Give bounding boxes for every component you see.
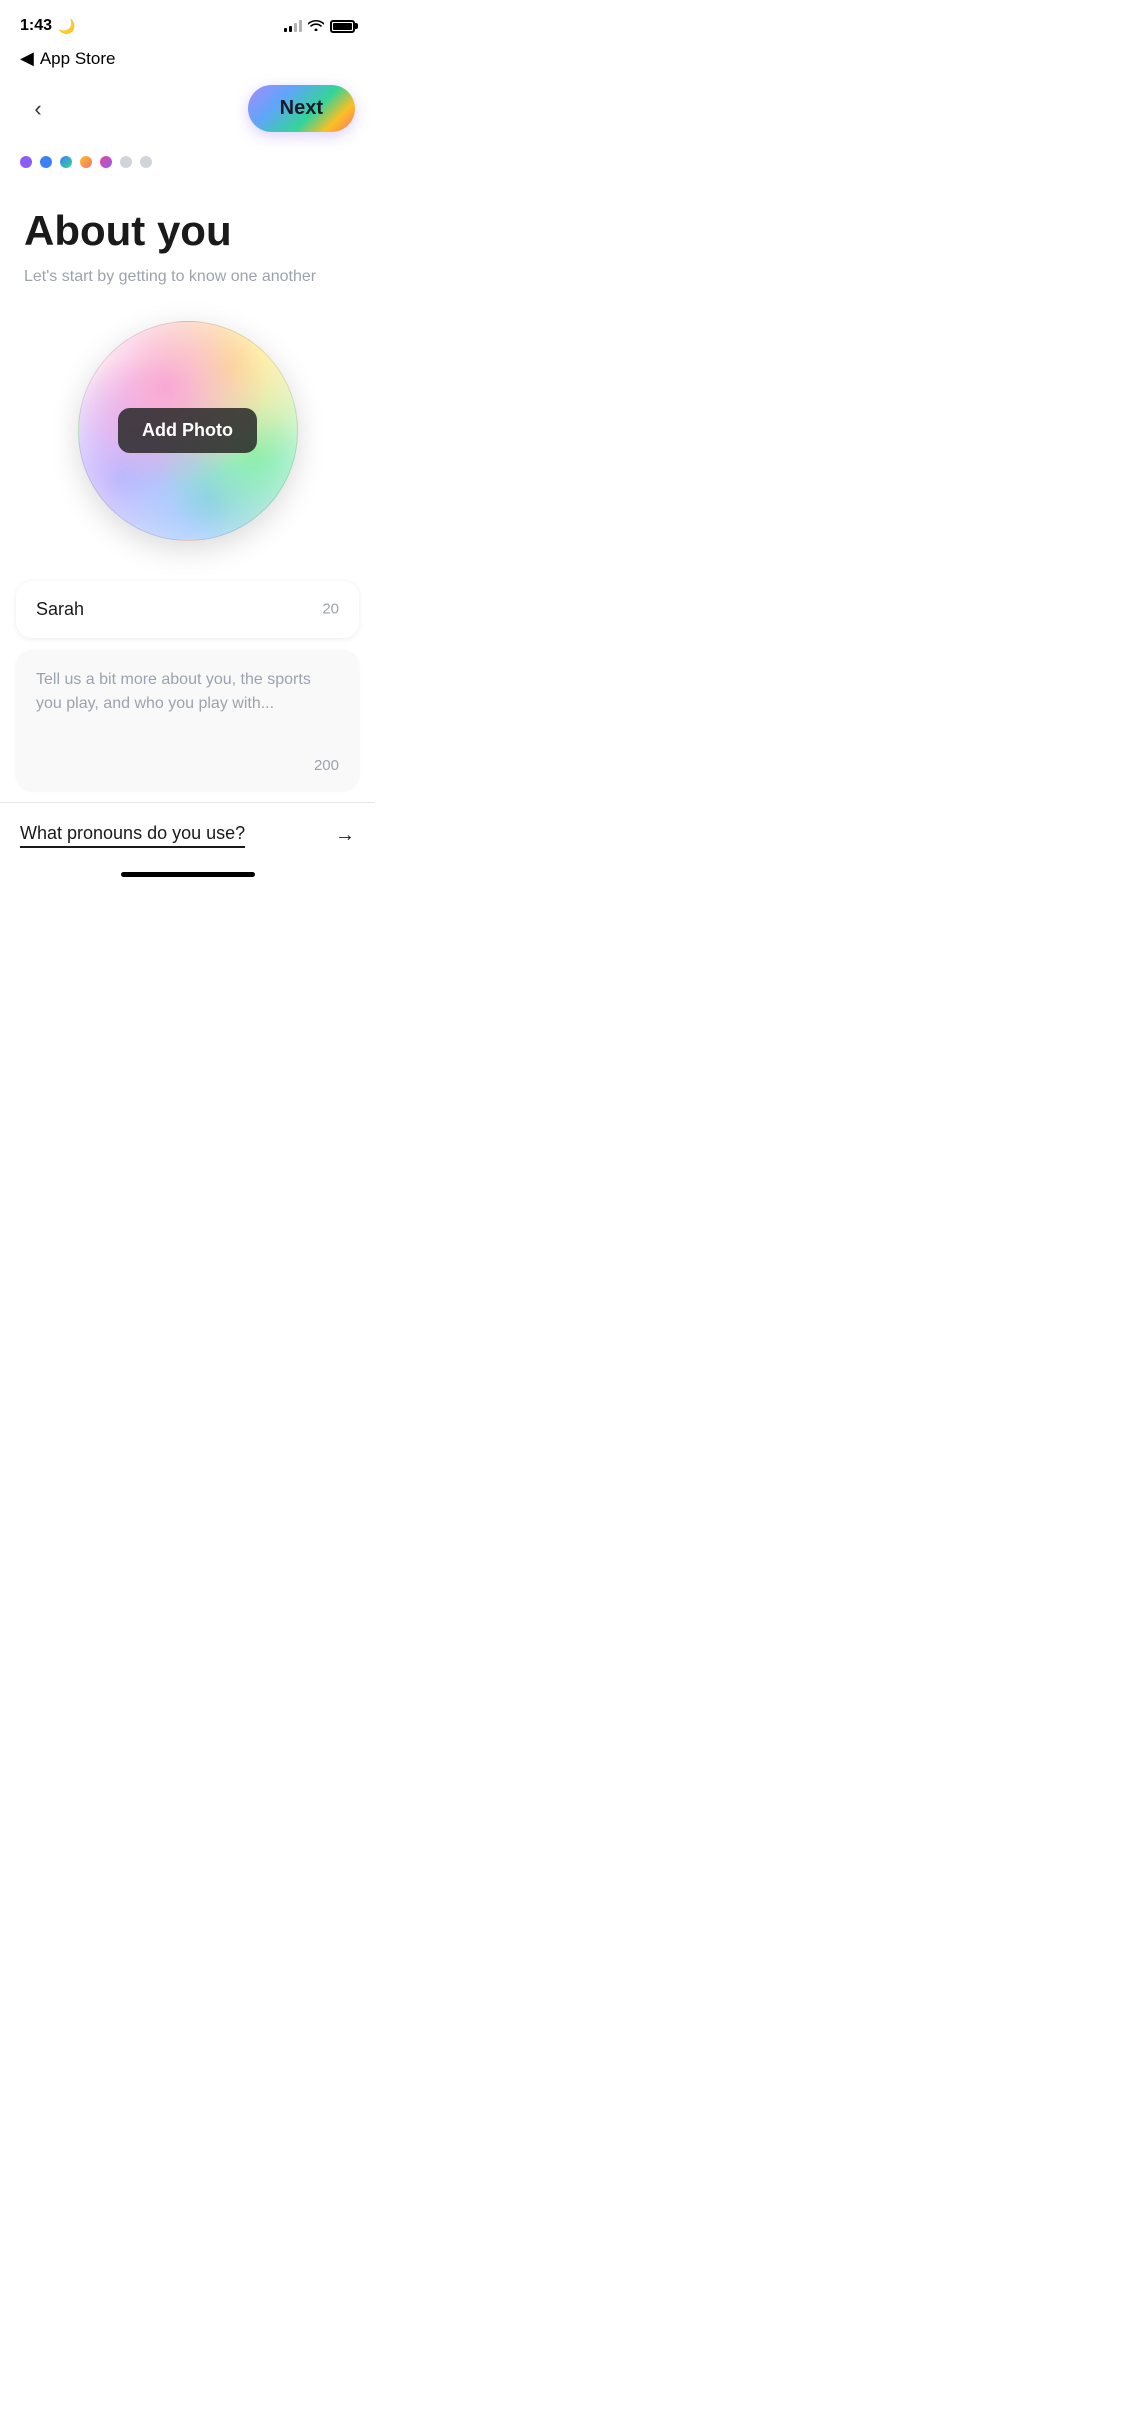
nav-bar: ‹ Next bbox=[0, 77, 375, 148]
pronouns-row[interactable]: What pronouns do you use? → bbox=[0, 802, 375, 864]
page-subtitle: Let's start by getting to know one anoth… bbox=[24, 266, 351, 288]
pronouns-label: What pronouns do you use? bbox=[20, 823, 245, 848]
signal-bar-2 bbox=[289, 26, 292, 32]
page-title: About you bbox=[24, 208, 351, 254]
progress-dot-7 bbox=[140, 156, 152, 168]
progress-dots bbox=[0, 148, 375, 188]
progress-dot-2 bbox=[40, 156, 52, 168]
status-left: 1:43 🌙 bbox=[20, 17, 75, 35]
signal-bar-3 bbox=[294, 23, 297, 32]
signal-bars bbox=[284, 20, 302, 32]
progress-dot-3 bbox=[60, 156, 72, 168]
battery-icon bbox=[330, 20, 355, 33]
pronouns-arrow: → bbox=[335, 824, 355, 847]
battery-fill bbox=[333, 23, 352, 30]
app-store-nav[interactable]: ◀ App Store bbox=[0, 44, 375, 77]
bio-placeholder: Tell us a bit more about you, the sports… bbox=[36, 668, 339, 716]
progress-dot-6 bbox=[120, 156, 132, 168]
home-indicator bbox=[0, 864, 375, 881]
status-time: 1:43 bbox=[20, 17, 52, 35]
home-bar bbox=[121, 872, 255, 877]
signal-bar-1 bbox=[284, 28, 287, 32]
main-content: About you Let's start by getting to know… bbox=[0, 188, 375, 541]
status-bar: 1:43 🌙 bbox=[0, 0, 375, 44]
form-section: Sarah 20 Tell us a bit more about you, t… bbox=[0, 581, 375, 790]
progress-dot-4 bbox=[80, 156, 92, 168]
app-store-label: App Store bbox=[40, 49, 116, 69]
progress-dot-5 bbox=[100, 156, 112, 168]
next-button[interactable]: Next bbox=[248, 85, 355, 132]
add-photo-button[interactable]: Add Photo bbox=[118, 408, 257, 453]
photo-circle-wrapper[interactable]: Add Photo bbox=[78, 321, 298, 541]
name-char-count: 20 bbox=[322, 601, 339, 618]
moon-icon: 🌙 bbox=[58, 18, 75, 35]
name-field[interactable]: Sarah bbox=[36, 599, 84, 619]
photo-circle[interactable]: Add Photo bbox=[78, 321, 298, 541]
bio-input-card[interactable]: Tell us a bit more about you, the sports… bbox=[16, 650, 359, 790]
name-input-card[interactable]: Sarah 20 bbox=[16, 581, 359, 638]
progress-dot-1 bbox=[20, 156, 32, 168]
wifi-icon bbox=[308, 19, 324, 34]
photo-container: Add Photo bbox=[24, 321, 351, 541]
signal-bar-4 bbox=[299, 20, 302, 32]
bio-char-count: 200 bbox=[314, 757, 339, 774]
status-right bbox=[284, 19, 355, 34]
back-button[interactable]: ‹ bbox=[20, 91, 56, 127]
app-store-back-arrow: ◀ bbox=[20, 48, 34, 69]
